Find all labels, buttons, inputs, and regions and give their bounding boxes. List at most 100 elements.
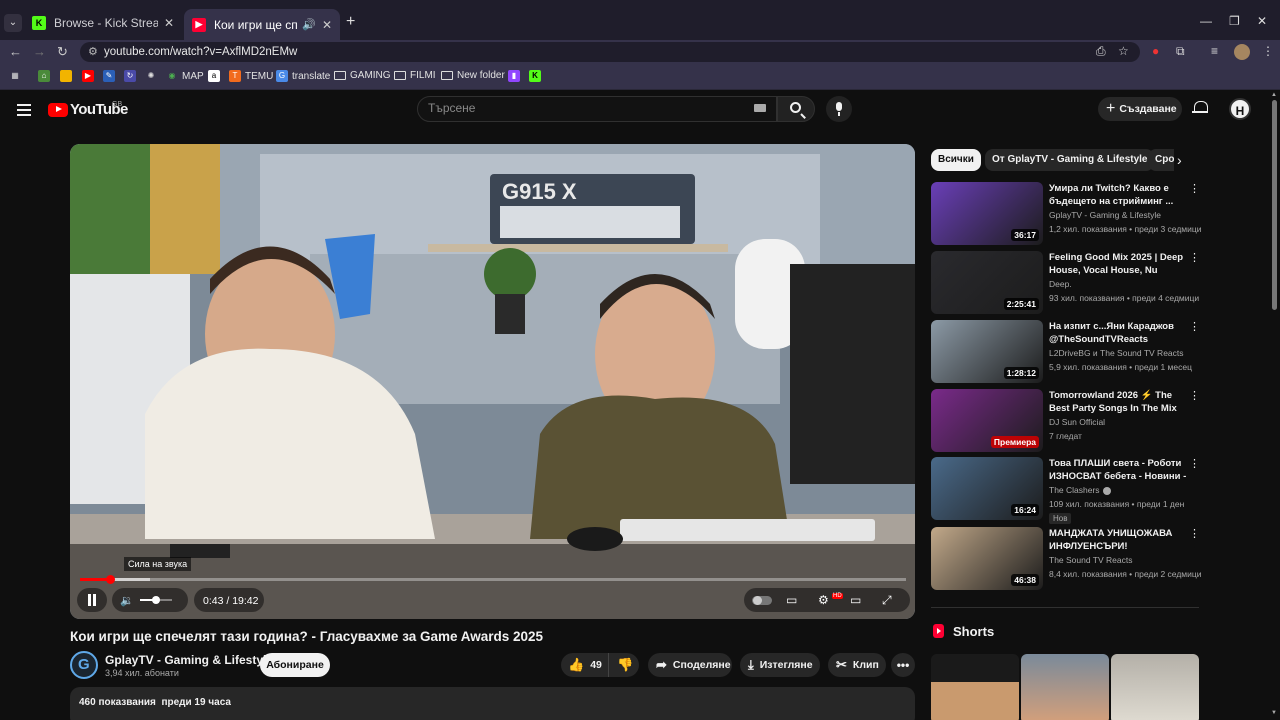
video-thumbnail[interactable]: 16:24 bbox=[931, 457, 1043, 520]
browser-tab-youtube[interactable]: ▶ Кои игри ще спечелят тази 🔊 ✕ bbox=[184, 9, 340, 40]
recommendation-channel[interactable]: DJ Sun Official bbox=[1049, 417, 1105, 427]
recommendation-channel[interactable]: The Clashers bbox=[1049, 485, 1111, 495]
reading-list-icon[interactable]: ≡ bbox=[1211, 44, 1218, 58]
video-thumbnail[interactable]: 1:28:12 bbox=[931, 320, 1043, 383]
recommendation-item[interactable]: 2:25:41 Feeling Good Mix 2025 | Deep Hous… bbox=[931, 251, 1200, 315]
pause-icon[interactable] bbox=[87, 594, 97, 606]
tab-search-button[interactable]: ⌄ bbox=[4, 14, 22, 32]
bookmark-kick[interactable]: K bbox=[529, 70, 545, 82]
browser-tab-kick[interactable]: K Browse - Kick Streaming ✕ bbox=[24, 12, 182, 34]
bookmark-map[interactable]: ◉ MAP bbox=[166, 70, 204, 82]
subscribe-button[interactable]: Абониране bbox=[260, 653, 330, 677]
reload-icon[interactable]: ↻ bbox=[57, 44, 68, 60]
profile-avatar[interactable] bbox=[1234, 44, 1250, 60]
short-card[interactable] bbox=[1111, 654, 1199, 720]
fullscreen-icon[interactable]: ⤢ bbox=[882, 593, 892, 608]
page-scrollbar[interactable] bbox=[1272, 100, 1277, 310]
more-vertical-icon[interactable]: ⋮ bbox=[1189, 389, 1200, 402]
like-button[interactable]: 👍 49 bbox=[561, 653, 609, 677]
dislike-button[interactable]: 👎 bbox=[609, 657, 633, 673]
notifications-bell-icon[interactable] bbox=[1192, 100, 1208, 116]
bookmark-twitch[interactable]: ▮ bbox=[508, 70, 524, 82]
video-thumbnail[interactable]: 2:25:41 bbox=[931, 251, 1043, 314]
more-vertical-icon[interactable]: ⋮ bbox=[1189, 457, 1200, 470]
voice-search-button[interactable] bbox=[826, 96, 852, 122]
bookmark-star-icon[interactable]: ☆ bbox=[1118, 44, 1129, 58]
short-card[interactable] bbox=[931, 654, 1019, 720]
video-thumbnail[interactable]: 46:38 bbox=[931, 527, 1043, 590]
more-vertical-icon[interactable]: ⋮ bbox=[1189, 251, 1200, 264]
settings-gear-icon[interactable]: ⚙ bbox=[818, 593, 829, 607]
chip-related[interactable]: Сродни bbox=[1148, 149, 1174, 171]
share-button[interactable]: ➦ Споделяне bbox=[648, 653, 732, 677]
more-vertical-icon[interactable]: ⋮ bbox=[1189, 527, 1200, 540]
bookmark-youtube[interactable]: ▶ bbox=[82, 70, 98, 82]
bookmark-app-2[interactable]: ↻ bbox=[124, 70, 140, 82]
speaker-icon[interactable]: 🔊 bbox=[302, 18, 316, 31]
recommendation-item[interactable]: Премиера Tomorrowland 2026 ⚡ The Best Par… bbox=[931, 389, 1200, 453]
channel-name[interactable]: GplayTV - Gaming & Lifestyle bbox=[105, 653, 273, 667]
account-avatar[interactable]: Н bbox=[1229, 98, 1251, 120]
close-icon[interactable]: ✕ bbox=[322, 18, 332, 32]
recommendation-title[interactable]: Умира ли Twitch? Какво е бъдещето на стр… bbox=[1049, 182, 1189, 208]
progress-scrubber-handle[interactable] bbox=[106, 575, 115, 584]
recommendation-channel[interactable]: The Sound TV Reacts bbox=[1049, 555, 1132, 565]
recommendation-channel[interactable]: L2DriveBG и The Sound TV Reacts bbox=[1049, 348, 1184, 358]
chip-all[interactable]: Всички bbox=[931, 149, 981, 171]
bookmark-new-folder[interactable]: New folder bbox=[441, 70, 505, 81]
bookmark-folder-yellow[interactable] bbox=[60, 70, 76, 82]
scroll-up-arrow[interactable]: ▲ bbox=[1271, 92, 1277, 98]
recommendation-channel[interactable]: GplayTV - Gaming & Lifestyle bbox=[1049, 210, 1161, 220]
recommendation-item[interactable]: 46:38 МАНДЖАТА УНИЩОЖАВА ИНФЛУЕНСЪРИ! The … bbox=[931, 527, 1202, 591]
create-button[interactable]: + Създаване bbox=[1098, 97, 1182, 121]
close-icon[interactable]: ✕ bbox=[164, 16, 174, 30]
subtitles-icon[interactable]: ▭ bbox=[786, 593, 797, 607]
recommendation-title[interactable]: Това ПЛАШИ света - Роботи ИЗНОСВАТ бебет… bbox=[1049, 457, 1189, 483]
more-actions-button[interactable]: ••• bbox=[891, 653, 915, 677]
bookmark-temu[interactable]: T TEMU bbox=[229, 70, 273, 82]
download-button[interactable]: ⤓ Изтегляне bbox=[740, 653, 820, 677]
theater-mode-icon[interactable]: ▭ bbox=[850, 593, 861, 607]
apps-grid-icon[interactable]: ▦ bbox=[9, 70, 25, 82]
restore-icon[interactable]: ❐ bbox=[1229, 14, 1240, 28]
more-vertical-icon[interactable]: ⋮ bbox=[1189, 320, 1200, 333]
recommendation-title[interactable]: Tomorrowland 2026 ⚡ The Best Party Songs… bbox=[1049, 389, 1189, 415]
back-icon[interactable]: ← bbox=[9, 44, 22, 59]
chip-from-channel[interactable]: От GplayTV - Gaming & Lifestyle bbox=[985, 149, 1155, 171]
search-input[interactable] bbox=[428, 101, 728, 115]
bookmark-gaming[interactable]: GAMING bbox=[334, 70, 391, 81]
bookmark-filmi[interactable]: FILMI bbox=[394, 70, 436, 81]
address-bar[interactable]: ⚙ youtube.com/watch?v=AxflMD2nEMw ⎙ ☆ bbox=[80, 42, 1140, 62]
video-thumbnail[interactable]: Премиера bbox=[931, 389, 1043, 452]
recommendation-channel[interactable]: Deep. bbox=[1049, 279, 1072, 289]
forward-icon[interactable]: → bbox=[33, 44, 46, 59]
extension-icon[interactable]: ● bbox=[1152, 44, 1159, 58]
recommendation-title[interactable]: Feeling Good Mix 2025 | Deep House, Voca… bbox=[1049, 251, 1189, 277]
bookmark-amazon[interactable]: a bbox=[208, 70, 224, 82]
volume-knob[interactable] bbox=[152, 596, 160, 604]
short-card[interactable] bbox=[1021, 654, 1109, 720]
browser-menu-icon[interactable]: ⋮ bbox=[1262, 44, 1274, 58]
recommendation-item[interactable]: 16:24 Това ПЛАШИ света - Роботи ИЗНОСВАТ … bbox=[931, 457, 1200, 524]
bookmark-openai[interactable]: ✺ bbox=[145, 70, 161, 82]
bookmark-home[interactable]: ⌂ bbox=[38, 70, 54, 82]
recommendation-title[interactable]: На изпит с...Яни Караджов @TheSoundTVRea… bbox=[1049, 320, 1189, 346]
install-app-icon[interactable]: ⎙ bbox=[1096, 44, 1106, 59]
new-tab-button[interactable]: + bbox=[346, 13, 355, 31]
close-window-icon[interactable]: ✕ bbox=[1257, 14, 1267, 28]
channel-avatar[interactable] bbox=[70, 651, 98, 679]
menu-icon[interactable] bbox=[17, 104, 31, 119]
keyboard-icon[interactable] bbox=[754, 104, 766, 112]
chevron-right-icon[interactable]: › bbox=[1177, 152, 1182, 168]
video-player[interactable]: G915 X bbox=[70, 144, 915, 619]
recommendation-title[interactable]: МАНДЖАТА УНИЩОЖАВА ИНФЛУЕНСЪРИ! bbox=[1049, 527, 1189, 553]
video-thumbnail[interactable]: 36:17 bbox=[931, 182, 1043, 245]
minimize-icon[interactable]: — bbox=[1200, 14, 1212, 28]
clip-button[interactable]: ✂ Клип bbox=[828, 653, 886, 677]
bookmark-app[interactable]: ✎ bbox=[103, 70, 119, 82]
scroll-down-arrow[interactable]: ▼ bbox=[1271, 710, 1277, 716]
more-vertical-icon[interactable]: ⋮ bbox=[1189, 182, 1200, 195]
volume-icon[interactable]: 🔉 bbox=[120, 594, 134, 607]
search-button[interactable] bbox=[777, 96, 815, 122]
recommendation-item[interactable]: 1:28:12 На изпит с...Яни Караджов @TheSou… bbox=[931, 320, 1200, 384]
